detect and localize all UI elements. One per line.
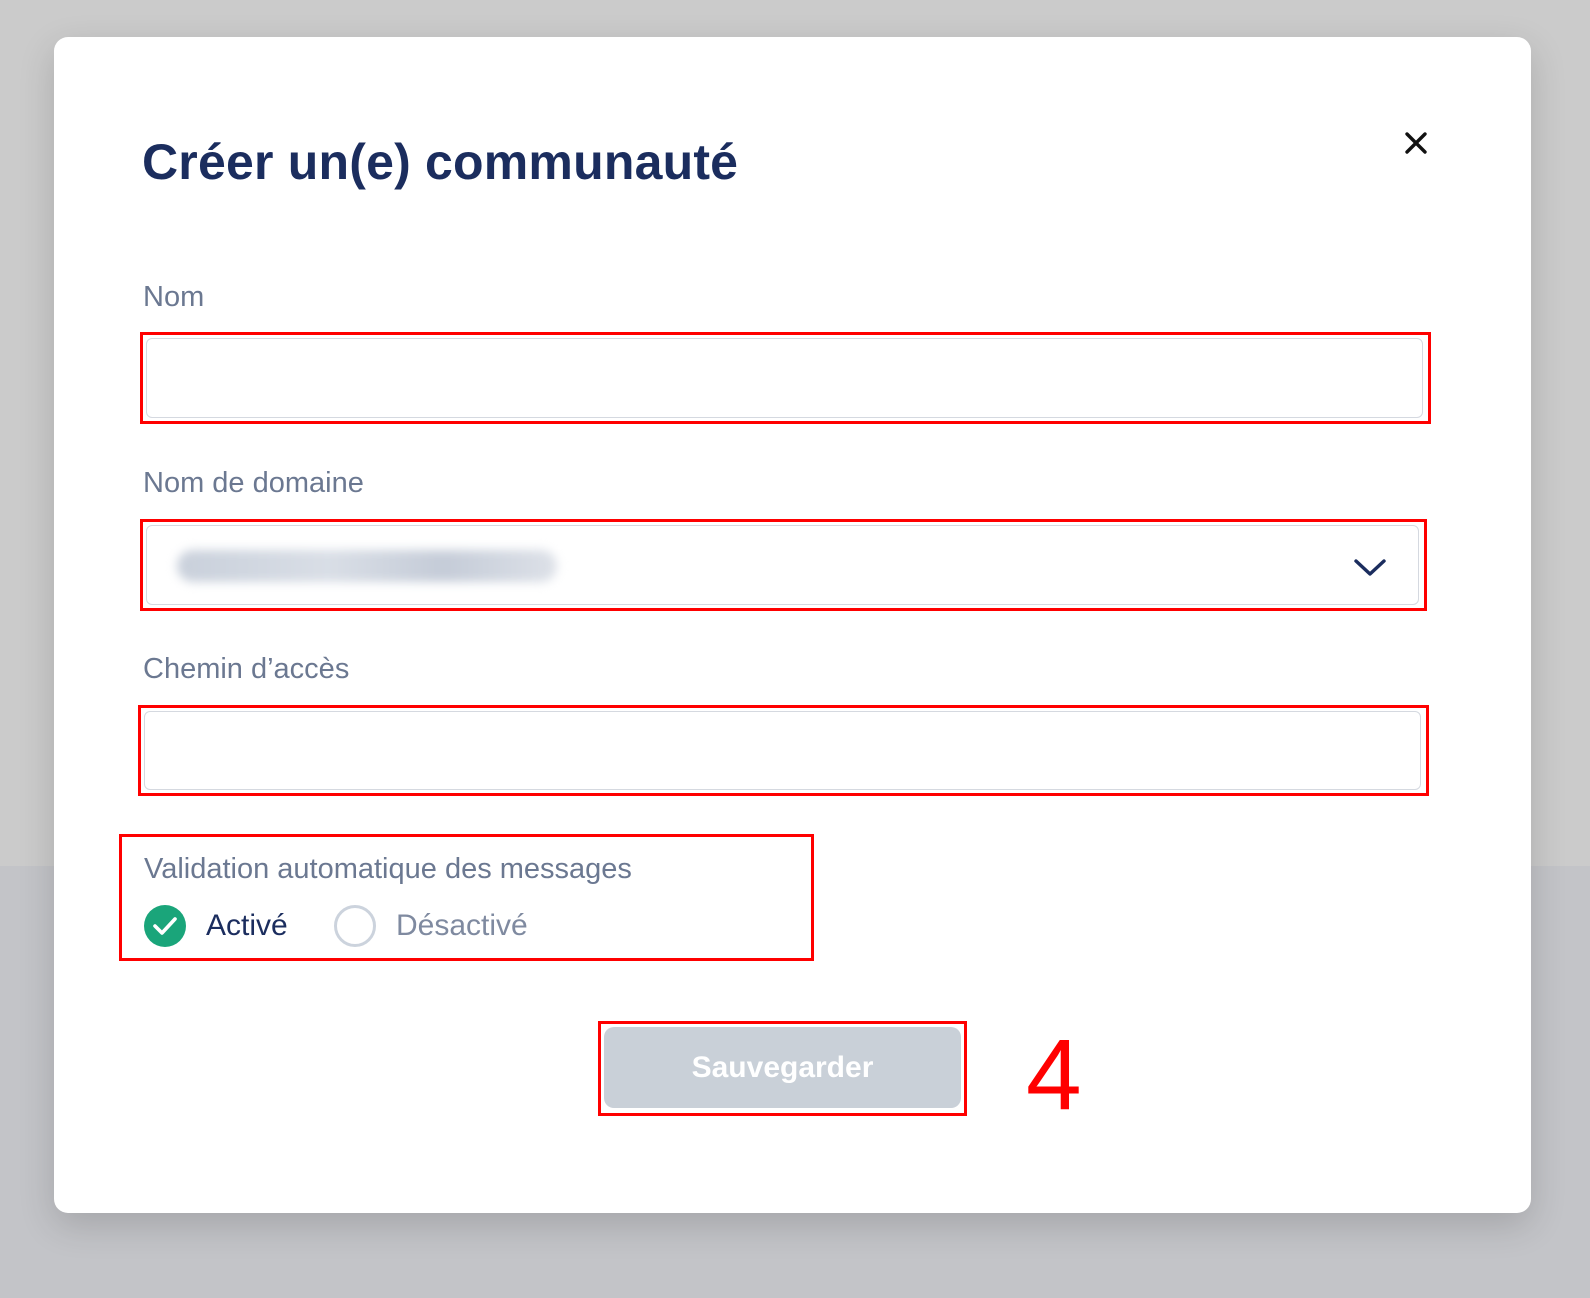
name-input[interactable] [146, 338, 1423, 418]
modal-title: Créer un(e) communauté [142, 134, 739, 190]
create-community-modal: Créer un(e) communauté Nom Nom de domain… [54, 37, 1531, 1213]
auto-validation-group: Validation automatique des messages Acti… [119, 834, 814, 961]
radio-label-inactive: Désactivé [396, 909, 528, 942]
name-label: Nom [143, 281, 205, 313]
domain-label: Nom de domaine [143, 467, 364, 499]
radio-checked-icon[interactable] [144, 905, 186, 947]
close-button[interactable] [1394, 121, 1438, 165]
auto-validation-label: Validation automatique des messages [144, 853, 632, 885]
save-button[interactable]: Sauvegarder [604, 1027, 961, 1108]
close-icon [1405, 132, 1427, 154]
check-icon [153, 917, 177, 935]
domain-value-redacted [177, 550, 557, 582]
chevron-down-icon[interactable] [1352, 554, 1388, 580]
radio-option-active[interactable]: Activé [144, 903, 288, 949]
save-button-highlight: Sauvegarder [598, 1021, 967, 1116]
radio-unchecked-icon[interactable] [334, 905, 376, 947]
name-field-highlight [140, 332, 1431, 424]
path-input[interactable] [144, 711, 1421, 790]
path-label: Chemin d’accès [143, 653, 350, 685]
step-annotation: 4 [1026, 1019, 1082, 1131]
domain-select[interactable] [146, 525, 1419, 605]
radio-label-active: Activé [206, 909, 288, 942]
domain-field-highlight [140, 519, 1427, 611]
path-field-highlight [138, 705, 1429, 796]
radio-option-inactive[interactable]: Désactivé [334, 903, 528, 949]
